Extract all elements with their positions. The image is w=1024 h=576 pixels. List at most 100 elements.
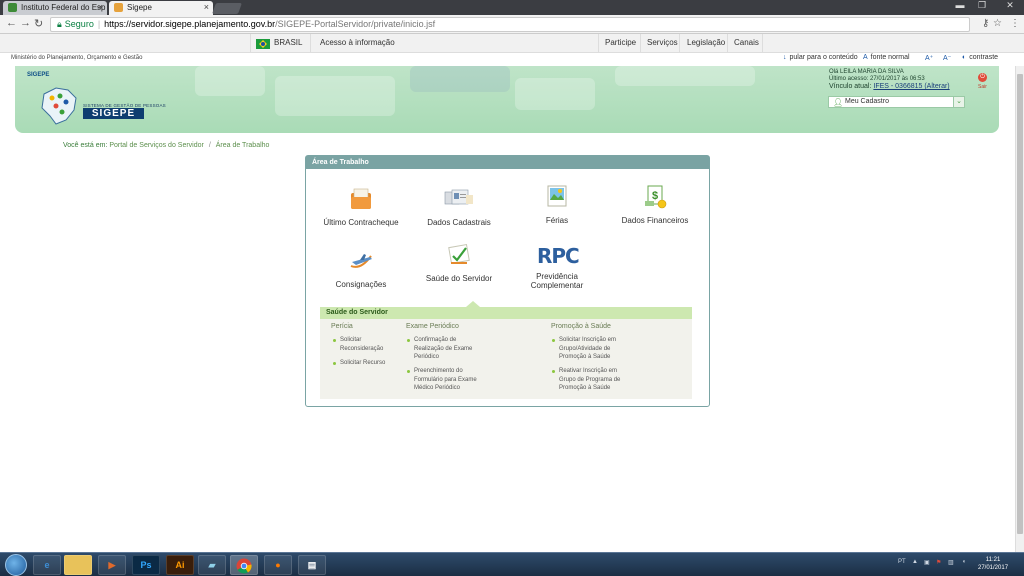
chevron-down-icon[interactable]: ⌄: [953, 97, 964, 107]
user-greeting: Olá LEILA MARIA DA SILVA: [829, 69, 904, 75]
close-tab-icon[interactable]: ×: [204, 2, 209, 12]
browser-tab-bar: Instituto Federal do Esp × Sigepe × ▬ ❐ …: [0, 0, 1024, 15]
sigepe-small-logo: SIGEPE: [27, 72, 50, 78]
tray-alert-icon[interactable]: ⚑: [936, 559, 941, 566]
tile-ultimo-contracheque[interactable]: Último Contracheque: [316, 186, 406, 227]
tab-sigepe[interactable]: Sigepe ×: [109, 1, 213, 15]
explorer-folder-icon[interactable]: [64, 555, 92, 575]
promocao-saude-title: Promoção à Saúde: [551, 323, 611, 330]
bookmark-star-icon[interactable]: ☆: [993, 18, 1002, 29]
tile-consignacoes[interactable]: Consignações: [316, 248, 406, 289]
solicitar-recurso-link[interactable]: Solicitar Recurso: [332, 359, 398, 368]
secure-label: Seguro: [64, 19, 94, 29]
scrollbar-thumb[interactable]: [1017, 74, 1023, 534]
confirmacao-exame-link[interactable]: Confirmação de Realização de Exame Perió…: [406, 336, 478, 362]
system-clock[interactable]: 11:21 27/01/2017: [978, 556, 1008, 572]
lock-icon: 🔒︎: [57, 19, 62, 29]
font-icon: A: [863, 54, 868, 61]
tab-title: Sigepe: [127, 3, 152, 12]
pericia-title: Perícia: [331, 323, 353, 330]
tray-expand-icon[interactable]: ▲: [912, 559, 918, 565]
notes-icon[interactable]: ▰: [198, 555, 226, 575]
volume-icon[interactable]: ◖: [962, 559, 966, 565]
exame-periodico-title: Exame Periódico: [406, 323, 459, 330]
forward-arrow-icon[interactable]: →: [20, 17, 31, 29]
network-icon[interactable]: ▥: [948, 559, 954, 566]
money-icon: $: [645, 185, 667, 209]
language-indicator[interactable]: PT: [898, 559, 906, 565]
url-path: /SIGEPE-PortalServidor/private/inicio.js…: [275, 19, 436, 29]
brasil-link[interactable]: BRASIL: [274, 38, 302, 47]
power-icon[interactable]: ⏻: [978, 73, 987, 82]
contrast-icon: ◐: [962, 54, 967, 61]
solicitar-reconsideracao-link[interactable]: Solicitar Reconsideração: [332, 336, 398, 353]
panel-title: Área de Trabalho: [306, 156, 709, 169]
user-info: Olá LEILA MARIA DA SILVA Último acesso: …: [829, 69, 950, 90]
new-tab-button[interactable]: [211, 3, 243, 14]
tile-previdencia-complementar[interactable]: RPC Previdência Complementar: [512, 244, 602, 290]
page-scrollbar[interactable]: [1015, 66, 1024, 552]
contrast-link[interactable]: ◐ contraste: [962, 54, 998, 61]
health-submenu-title: Saúde do Servidor: [320, 307, 692, 319]
svg-text:$: $: [652, 190, 658, 202]
font-decrease-button[interactable]: A⁻: [943, 54, 951, 62]
font-normal-link[interactable]: Afonte normal: [863, 54, 910, 61]
photoshop-icon[interactable]: Ps: [132, 555, 160, 575]
tray-app-icon[interactable]: ▣: [924, 559, 930, 566]
clock-time: 11:21: [985, 557, 1001, 563]
skip-to-content-link[interactable]: ↓ pular para o conteúdo: [783, 54, 858, 61]
tile-dados-cadastrais[interactable]: Dados Cadastrais: [414, 186, 504, 227]
acesso-informacao-link[interactable]: Acesso à informação: [320, 38, 395, 47]
clock-date: 27/01/2017: [978, 565, 1009, 571]
close-window-icon[interactable]: ✕: [996, 0, 1024, 11]
key-icon[interactable]: ⚷: [982, 18, 989, 29]
address-bar[interactable]: 🔒︎ Seguro | https://servidor.sigepe.planeja…: [50, 17, 970, 32]
vacation-photo-icon: [547, 185, 567, 207]
vinculo-change-link[interactable]: IFES - 0366815 (Alterar): [873, 83, 949, 90]
reload-icon[interactable]: ↻: [34, 17, 43, 30]
tile-ferias[interactable]: Férias: [512, 184, 602, 225]
user-icon: 👤︎: [833, 98, 844, 107]
last-access: Último acesso: 27/01/2017 às 06:53: [829, 76, 925, 82]
menu-dots-icon[interactable]: ⋮: [1010, 18, 1020, 29]
tab-instituto-federal[interactable]: Instituto Federal do Esp ×: [3, 1, 107, 15]
windows-taskbar: e ▶ Ps Ai ▰ ● ▤ PT ▲ ▣ ⚑ ▥ ◖ 11:21 27/01…: [0, 552, 1024, 576]
breadcrumb-label: Você está em:: [63, 142, 108, 149]
close-tab-icon[interactable]: ×: [98, 2, 103, 12]
ie-icon[interactable]: e: [33, 555, 61, 575]
tab-title: Instituto Federal do Esp: [21, 3, 106, 12]
canais-link[interactable]: Canais: [734, 38, 759, 47]
paycheck-folder-icon: [351, 188, 371, 209]
work-area-panel: Área de Trabalho Último Contracheque Dad…: [305, 155, 710, 407]
preenchimento-formulario-link[interactable]: Preenchimento do Formulário para Exame M…: [406, 367, 478, 393]
chrome-logo-icon: [236, 558, 252, 574]
health-check-icon: [448, 243, 470, 265]
back-arrow-icon[interactable]: ←: [6, 17, 17, 29]
tile-saude-servidor[interactable]: Saúde do Servidor: [414, 242, 504, 283]
submenu-pointer: [466, 301, 480, 307]
restore-icon[interactable]: ❐: [972, 0, 992, 11]
document-icon[interactable]: ▤: [298, 555, 326, 575]
airplane-icon: [350, 254, 372, 268]
media-player-icon[interactable]: ▶: [98, 555, 126, 575]
firefox-icon[interactable]: ●: [264, 555, 292, 575]
start-button[interactable]: [5, 554, 27, 576]
tile-dados-financeiros[interactable]: $ Dados Financeiros: [610, 184, 700, 225]
profile-select[interactable]: 👤︎ Meu Cadastro ⌄: [828, 96, 965, 108]
vinculo: Vínculo atual: IFES - 0366815 (Alterar): [829, 83, 950, 90]
breadcrumb: Você está em: Portal de Serviços do Serv…: [63, 142, 270, 149]
font-increase-button[interactable]: A⁺: [925, 54, 933, 62]
servicos-link[interactable]: Serviços: [647, 38, 678, 47]
gov-bar: BRASIL Acesso à informação Participe Ser…: [0, 34, 1024, 53]
legislacao-link[interactable]: Legislação: [687, 38, 725, 47]
breadcrumb-current[interactable]: Área de Trabalho: [216, 142, 270, 149]
health-submenu: Saúde do Servidor Perícia Solicitar Reco…: [320, 301, 692, 399]
breadcrumb-portal-link[interactable]: Portal de Serviços do Servidor: [109, 142, 204, 149]
illustrator-icon[interactable]: Ai: [166, 555, 194, 575]
minimize-icon[interactable]: ▬: [950, 0, 970, 10]
reativar-inscricao-link[interactable]: Reativar Inscrição em Grupo de Programa …: [551, 367, 623, 393]
participe-link[interactable]: Participe: [605, 38, 636, 47]
solicitar-inscricao-link[interactable]: Solicitar Inscrição em Grupo/Atividade d…: [551, 336, 623, 362]
logout-label[interactable]: Sair: [978, 84, 987, 90]
chrome-icon[interactable]: [230, 555, 258, 575]
